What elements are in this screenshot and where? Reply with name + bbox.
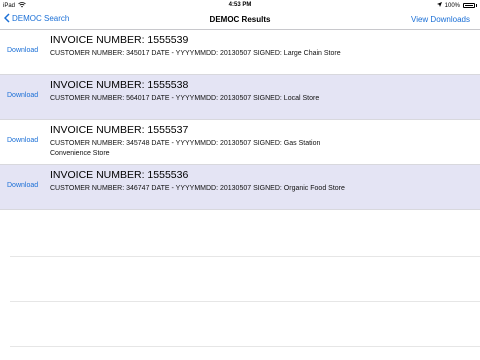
download-button[interactable]: Download (7, 182, 38, 189)
empty-row-separator (10, 346, 480, 347)
invoice-number: INVOICE NUMBER: 1555538 (50, 79, 189, 91)
invoice-details: CUSTOMER NUMBER: 564017 DATE - YYYYMMDD:… (50, 95, 320, 102)
battery-percent: 100% (444, 2, 460, 9)
list-item[interactable]: Download INVOICE NUMBER: 1555537 CUSTOME… (0, 120, 480, 165)
download-button[interactable]: Download (7, 47, 38, 54)
download-button[interactable]: Download (7, 137, 38, 144)
invoice-number: INVOICE NUMBER: 1555539 (50, 34, 189, 46)
page-title: DEMOC Results (209, 15, 271, 24)
download-button[interactable]: Download (7, 92, 38, 99)
battery-icon (463, 3, 475, 8)
status-right: 100% (436, 2, 477, 9)
status-bar: iPad 4:53 PM 100% (0, 0, 480, 10)
results-list: Download INVOICE NUMBER: 1555539 CUSTOME… (0, 30, 480, 210)
invoice-details: CUSTOMER NUMBER: 346747 DATE - YYYYMMDD:… (50, 185, 345, 192)
invoice-details: CUSTOMER NUMBER: 345748 DATE - YYYYMMDD:… (50, 140, 321, 157)
empty-row-separator (10, 256, 480, 257)
battery-tip (476, 4, 477, 7)
empty-row-separator (10, 301, 480, 302)
list-item[interactable]: Download INVOICE NUMBER: 1555539 CUSTOME… (0, 30, 480, 75)
invoice-details: CUSTOMER NUMBER: 345017 DATE - YYYYMMDD:… (50, 50, 341, 57)
list-item[interactable]: Download INVOICE NUMBER: 1555536 CUSTOME… (0, 165, 480, 210)
view-downloads-button[interactable]: View Downloads (411, 15, 470, 24)
status-time: 4:53 PM (228, 2, 252, 8)
location-arrow-icon (436, 2, 442, 9)
navigation-bar: DEMOC Search DEMOC Results View Download… (0, 10, 480, 30)
app-window: iPad 4:53 PM 100% DEMOC Search DEMOC Res… (0, 0, 480, 360)
invoice-number: INVOICE NUMBER: 1555537 (50, 124, 189, 136)
list-item[interactable]: Download INVOICE NUMBER: 1555538 CUSTOME… (0, 75, 480, 120)
invoice-number: INVOICE NUMBER: 1555536 (50, 169, 189, 181)
